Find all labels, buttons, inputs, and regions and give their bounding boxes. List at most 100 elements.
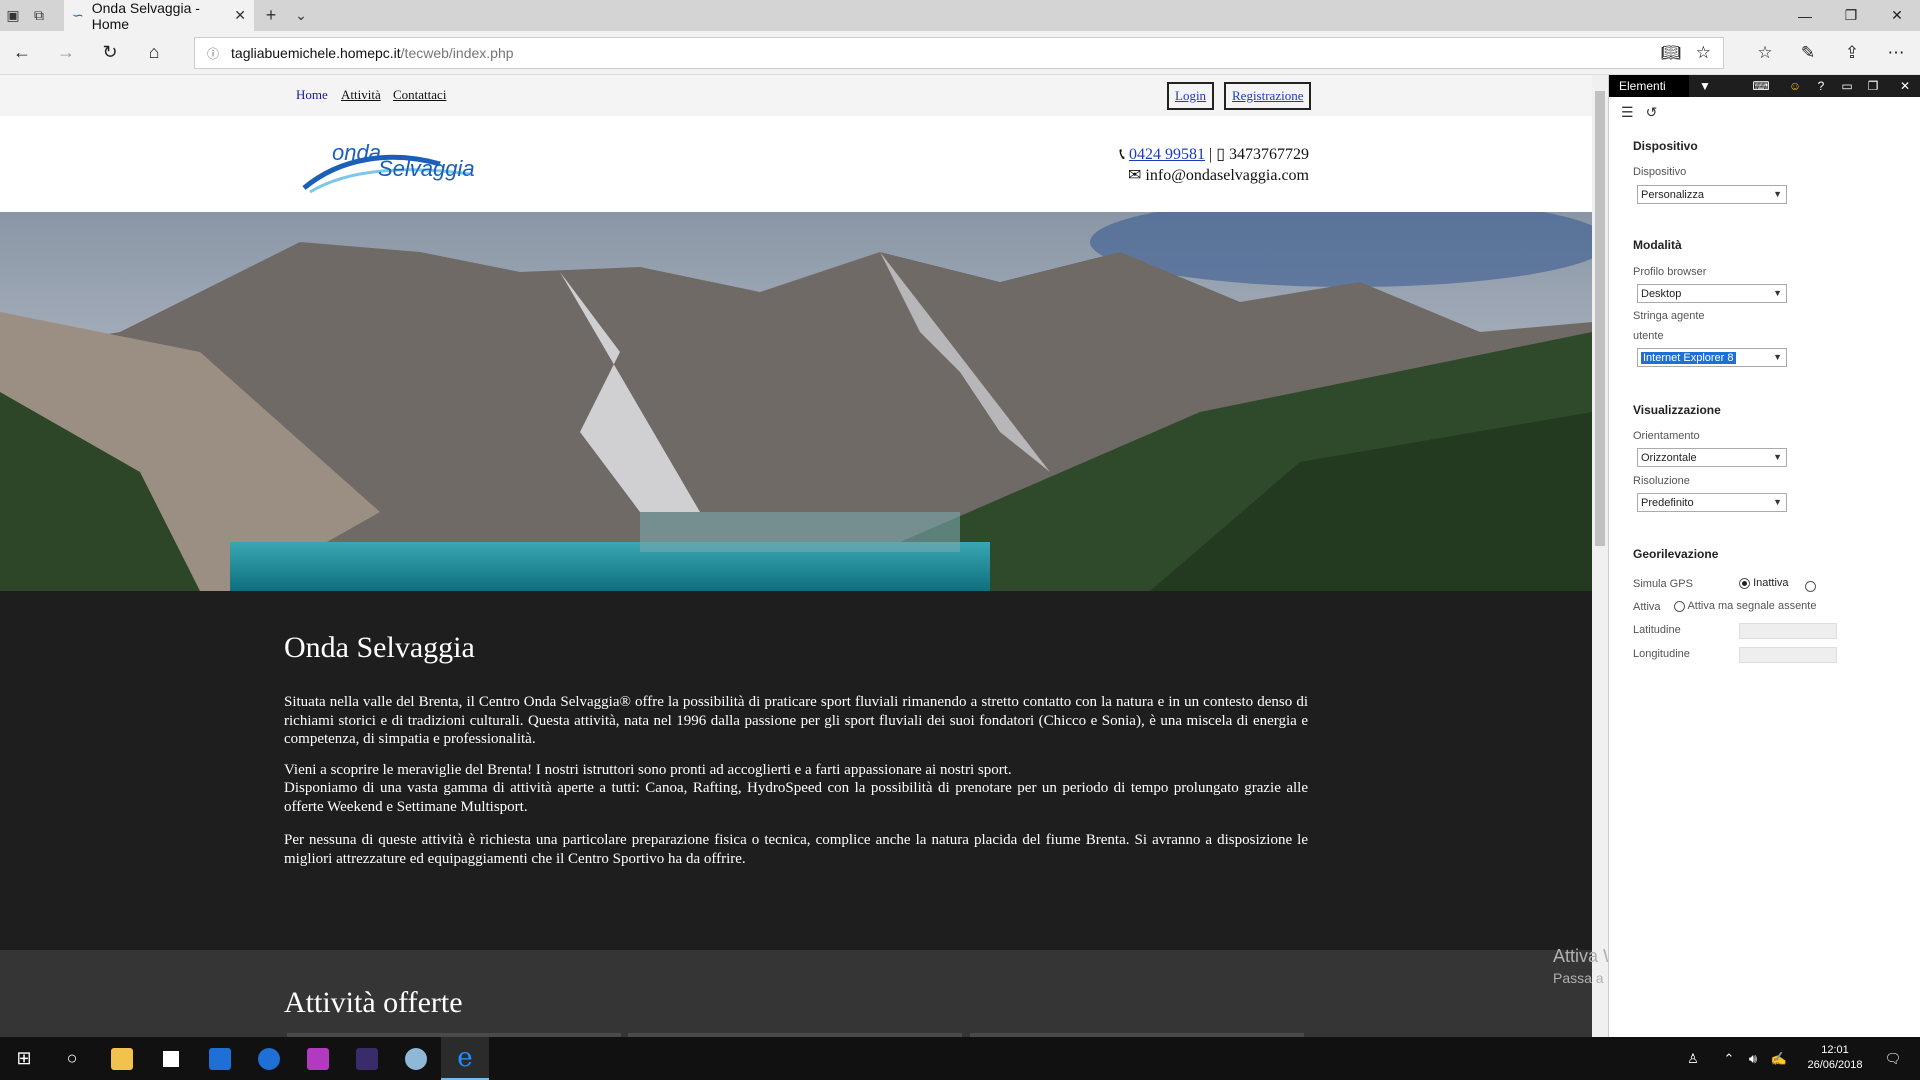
favorites-hub-icon[interactable]: ☆ <box>1745 31 1785 75</box>
share-icon[interactable]: ⇪ <box>1832 31 1872 75</box>
start-windows-icon[interactable]: ⊞ <box>0 1037 48 1080</box>
security-shield-icon[interactable] <box>196 1037 244 1080</box>
restore-window-icon[interactable]: ❐ <box>1828 0 1874 31</box>
action-center-icon[interactable]: 🗨︎ <box>1880 1037 1906 1080</box>
select-orientamento[interactable]: Orizzontale ▼ <box>1637 448 1787 467</box>
chevron-down-icon: ▼ <box>1773 288 1782 298</box>
url-field[interactable]: ⓘ tagliabuemichele.homepc.it/tecweb/inde… <box>194 37 1724 69</box>
volume-icon[interactable]: 🔊︎ <box>1740 1037 1766 1080</box>
devtools-panel: Elementi ▼ ⌨ ☺ ? ▭ ❐ ✕ ☰ ↺ Dispositivo D… <box>1608 75 1920 1037</box>
intro-paragraph-1: Situata nella valle del Brenta, il Centr… <box>284 694 1308 747</box>
file-explorer-icon[interactable] <box>98 1037 146 1080</box>
logo-word-onda: onda <box>332 140 381 165</box>
gps-radio-attiva[interactable] <box>1805 580 1816 592</box>
hero-landscape-image <box>0 212 1592 591</box>
nav-contattaci-link[interactable]: Contattaci <box>393 87 446 103</box>
tab-manager-icon[interactable]: ▣ <box>0 0 26 31</box>
label-profilo-browser: Profilo browser <box>1633 266 1707 278</box>
minimize-window-icon[interactable]: — <box>1782 0 1828 31</box>
taskbar-clock[interactable]: 12:01 26/06/2018 <box>1795 1043 1875 1073</box>
pen-workspace-icon[interactable]: ✍ <box>1766 1037 1792 1080</box>
tab-preview-chevron-icon[interactable]: ⌄ <box>288 0 314 31</box>
nav-attivita-link[interactable]: Attività <box>341 87 381 103</box>
cortana-search-icon[interactable]: ○ <box>48 1037 96 1080</box>
select-orientamento-value: Orizzontale <box>1641 451 1697 464</box>
close-devtools-icon[interactable]: ✕ <box>1893 75 1917 97</box>
undock-icon[interactable]: ❐ <box>1861 75 1885 97</box>
chevron-down-icon: ▼ <box>1773 497 1782 507</box>
console-icon[interactable]: ⌨ <box>1749 75 1773 97</box>
select-user-agent[interactable]: Internet Explorer 8 ▼ <box>1637 348 1787 367</box>
refresh-icon[interactable]: ↻ <box>88 31 132 75</box>
more-icon[interactable]: ⋯ <box>1876 31 1916 75</box>
chevron-down-icon: ▼ <box>1773 352 1782 362</box>
mobile-number: 3473767729 <box>1229 146 1309 163</box>
people-icon[interactable]: ♙ <box>1680 1037 1706 1080</box>
favorite-star-icon[interactable]: ☆ <box>1696 43 1711 63</box>
activities-section: Attività offerte <box>0 950 1592 1037</box>
select-profilo-browser[interactable]: Desktop ▼ <box>1637 284 1787 303</box>
contact-info: 📞︎ 0424 99581 | ▯ 3473767729 ✉ info@onda… <box>1119 144 1309 186</box>
site-header: onda Selvaggia 📞︎ 0424 99581 | ▯ 3473767… <box>0 116 1592 212</box>
login-button[interactable]: Login <box>1167 82 1215 110</box>
label-latitudine: Latitudine <box>1633 624 1681 636</box>
label-simula-gps: Simula GPS <box>1633 578 1693 590</box>
visual-studio-icon[interactable] <box>343 1037 391 1080</box>
section-dispositivo: Dispositivo <box>1633 139 1698 153</box>
phone-link[interactable]: 0424 99581 <box>1129 146 1205 163</box>
radio-on-icon <box>1739 577 1750 589</box>
help-icon[interactable]: ? <box>1809 75 1833 97</box>
registrazione-button[interactable]: Registrazione <box>1224 82 1312 110</box>
clock-date: 26/06/2018 <box>1807 1059 1863 1071</box>
store-icon[interactable] <box>147 1037 195 1080</box>
active-browser-tab[interactable]: ∽ Onda Selvaggia - Home ✕ <box>64 0 254 32</box>
gps-radio-no-signal[interactable]: Attiva ma segnale assente <box>1674 600 1816 612</box>
latitude-input[interactable] <box>1739 623 1837 639</box>
url-host: tagliabuemichele.homepc.it <box>231 45 401 61</box>
close-tab-icon[interactable]: ✕ <box>234 7 246 24</box>
home-icon[interactable]: ⌂ <box>132 31 176 75</box>
clock-time: 12:01 <box>1821 1044 1849 1056</box>
set-aside-tabs-icon[interactable]: ⧉ <box>26 0 52 31</box>
devtools-tab-elements[interactable]: Elementi <box>1609 75 1689 97</box>
forward-icon[interactable]: → <box>44 31 88 75</box>
select-dispositivo-value: Personalizza <box>1641 188 1704 201</box>
mail-icon: ✉ <box>1128 167 1142 184</box>
settings-toggle-icon[interactable]: ☰ <box>1621 104 1634 121</box>
site-info-icon[interactable]: ⓘ <box>207 45 219 62</box>
close-window-icon[interactable]: ✕ <box>1874 0 1920 31</box>
intro-section: Onda Selvaggia Situata nella valle del B… <box>0 591 1592 950</box>
devtools-tab-label: Elementi <box>1619 79 1666 93</box>
radio-off-icon <box>1674 600 1685 612</box>
page-scrollbar[interactable] <box>1592 75 1608 1037</box>
logo-word-selvaggia: Selvaggia <box>378 156 475 181</box>
maps-icon[interactable] <box>245 1037 293 1080</box>
longitude-input[interactable] <box>1739 647 1837 663</box>
label-stringa-agente: Stringa agente <box>1633 310 1705 322</box>
paint-app-icon[interactable] <box>392 1037 440 1080</box>
label-risoluzione: Risoluzione <box>1633 475 1690 487</box>
site-logo[interactable]: onda Selvaggia <box>300 130 490 196</box>
reset-emulation-icon[interactable]: ↺ <box>1646 104 1658 121</box>
select-profilo-value: Desktop <box>1641 287 1682 300</box>
new-tab-icon[interactable]: + <box>254 0 288 31</box>
select-risoluzione[interactable]: Predefinito ▼ <box>1637 493 1787 512</box>
devtools-toolbar: ☰ ↺ <box>1609 97 1920 127</box>
url-path: /tecweb/index.php <box>400 45 514 61</box>
chevron-down-icon: ▼ <box>1773 189 1782 199</box>
devtools-dropdown-icon[interactable]: ▼ <box>1693 75 1717 97</box>
feedback-smiley-icon[interactable]: ☺ <box>1783 75 1807 97</box>
back-icon[interactable]: ← <box>0 31 44 75</box>
gps-radio-inattiva[interactable]: Inattiva <box>1739 577 1789 589</box>
dock-icon[interactable]: ▭ <box>1835 75 1859 97</box>
label-orientamento: Orientamento <box>1633 430 1700 442</box>
nav-home-link[interactable]: Home <box>296 87 328 103</box>
scrollbar-thumb[interactable] <box>1595 91 1605 546</box>
edge-browser-icon[interactable]: e <box>441 1037 489 1080</box>
web-note-icon[interactable]: ✎ <box>1788 31 1828 75</box>
select-dispositivo[interactable]: Personalizza ▼ <box>1637 185 1787 204</box>
show-hidden-icons-chevron-icon[interactable]: ⌃ <box>1716 1037 1742 1080</box>
reading-view-icon[interactable]: 📖︎ <box>1661 43 1681 63</box>
email-address: info@ondaselvaggia.com <box>1145 167 1309 184</box>
phpstorm-icon[interactable] <box>294 1037 342 1080</box>
